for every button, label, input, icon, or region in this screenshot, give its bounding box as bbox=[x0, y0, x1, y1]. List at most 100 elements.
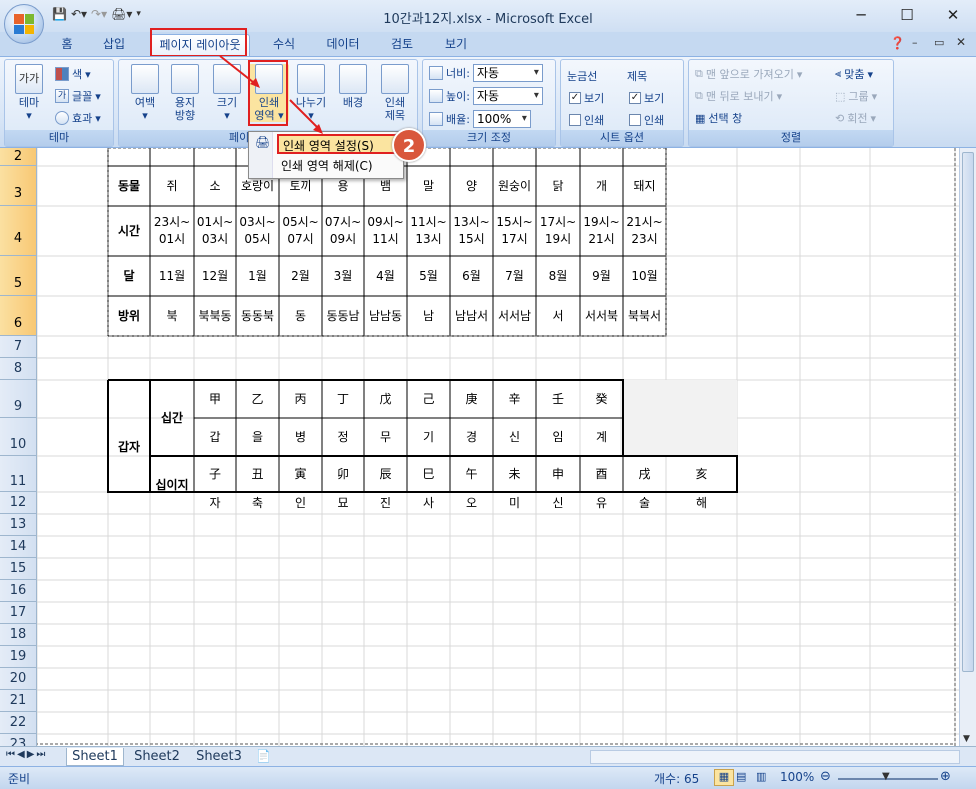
sipgan-hanja-cell[interactable]: 壬 bbox=[536, 380, 580, 418]
table-cell[interactable]: 10월 bbox=[623, 256, 666, 296]
ribbon-minimize-icon[interactable]: – bbox=[912, 36, 918, 49]
themes-button[interactable]: 가가 테마 ▾ bbox=[9, 64, 49, 122]
table-cell[interactable]: 23시~ 01시 bbox=[150, 206, 194, 256]
insert-sheet-icon[interactable]: 📄 bbox=[256, 749, 271, 763]
table-cell[interactable]: 원숭이 bbox=[493, 166, 536, 206]
group-button[interactable]: ⬚ 그룹 ▾ bbox=[835, 88, 877, 104]
sibiji-hanja-cell[interactable]: 丑 bbox=[236, 456, 279, 492]
rotate-button[interactable]: ⟲ 회전 ▾ bbox=[835, 110, 876, 126]
row-label-cell[interactable]: 달 bbox=[108, 256, 150, 296]
ganja-label-cell[interactable]: 갑자 bbox=[108, 380, 150, 514]
table-cell[interactable]: 닭 bbox=[536, 166, 580, 206]
sibiji-hanja-cell[interactable]: 卯 bbox=[322, 456, 364, 492]
row-header[interactable]: 6 bbox=[0, 296, 37, 336]
fonts-button[interactable]: 가 글꼴 ▾ bbox=[55, 88, 101, 104]
tab-home[interactable]: 홈 bbox=[50, 34, 84, 56]
sibiji-hangul-cell[interactable]: 신 bbox=[536, 492, 580, 514]
table-cell[interactable]: 서서북 bbox=[580, 296, 623, 336]
maximize-button[interactable]: ☐ bbox=[884, 4, 930, 28]
table-cell[interactable]: 9월 bbox=[580, 256, 623, 296]
sibiji-hangul-cell[interactable]: 사 bbox=[407, 492, 450, 514]
row-header[interactable]: 12 bbox=[0, 492, 37, 514]
vertical-scrollbar[interactable]: ▼ bbox=[959, 148, 976, 746]
sipgan-hangul-cell[interactable]: 무 bbox=[364, 418, 407, 456]
table-cell[interactable]: 5월 bbox=[407, 256, 450, 296]
sibiji-hangul-cell[interactable]: 술 bbox=[623, 492, 666, 514]
effects-button[interactable]: 효과 ▾ bbox=[55, 110, 101, 126]
sipgan-hanja-cell[interactable]: 癸 bbox=[580, 380, 623, 418]
row-label-cell[interactable]: 방위 bbox=[108, 296, 150, 336]
headings-view-checkbox[interactable]: ✓ 보기 bbox=[629, 90, 664, 106]
sipgan-hanja-cell[interactable]: 庚 bbox=[450, 380, 493, 418]
tab-view[interactable]: 보기 bbox=[436, 34, 476, 56]
tab-insert[interactable]: 삽입 bbox=[94, 34, 134, 56]
table-cell[interactable]: 돼지 bbox=[623, 166, 666, 206]
table-cell[interactable]: 남 bbox=[407, 296, 450, 336]
table-cell[interactable]: 북북서 bbox=[623, 296, 666, 336]
sipgan-hangul-cell[interactable]: 병 bbox=[279, 418, 322, 456]
sibiji-hangul-cell[interactable]: 유 bbox=[580, 492, 623, 514]
selection-pane-button[interactable]: ▦ 선택 창 bbox=[695, 110, 742, 126]
scroll-down-icon[interactable]: ▼ bbox=[963, 734, 970, 744]
row-header[interactable]: 14 bbox=[0, 536, 37, 558]
sipgan-hangul-cell[interactable]: 을 bbox=[236, 418, 279, 456]
sipgan-hanja-cell[interactable]: 己 bbox=[407, 380, 450, 418]
row-header[interactable]: 19 bbox=[0, 646, 37, 668]
sipgan-hangul-cell[interactable]: 임 bbox=[536, 418, 580, 456]
row-header[interactable]: 10 bbox=[0, 418, 37, 456]
row-header[interactable]: 9 bbox=[0, 380, 37, 418]
align-button[interactable]: ⫷ 맞춤 ▾ bbox=[835, 66, 873, 82]
table-cell[interactable]: 1월 bbox=[236, 256, 279, 296]
sibiji-hangul-cell[interactable]: 축 bbox=[236, 492, 279, 514]
table-cell[interactable]: 소 bbox=[194, 166, 236, 206]
row-label-cell[interactable]: 동물 bbox=[108, 166, 150, 206]
row-header[interactable]: 15 bbox=[0, 558, 37, 580]
normal-view-icon[interactable]: ▦ bbox=[714, 769, 734, 786]
sibiji-hangul-cell[interactable]: 미 bbox=[493, 492, 536, 514]
sibiji-hanja-cell[interactable]: 子 bbox=[194, 456, 236, 492]
gridlines-view-checkbox[interactable]: ✓ 보기 bbox=[569, 90, 604, 106]
row-header[interactable]: 3 bbox=[0, 166, 37, 206]
table-cell[interactable]: 북북동 bbox=[194, 296, 236, 336]
row-header[interactable]: 20 bbox=[0, 668, 37, 690]
height-select[interactable]: 자동 bbox=[472, 87, 543, 105]
table-cell[interactable]: 쥐 bbox=[150, 166, 194, 206]
page-layout-view-icon[interactable]: ▤ bbox=[736, 770, 746, 783]
table-cell[interactable]: 17시~ 19시 bbox=[536, 206, 580, 256]
width-select[interactable]: 자동 bbox=[472, 64, 543, 82]
sibiji-hanja-cell[interactable]: 巳 bbox=[407, 456, 450, 492]
sibiji-hangul-cell[interactable]: 오 bbox=[450, 492, 493, 514]
row-header[interactable]: 17 bbox=[0, 602, 37, 624]
sipgan-hangul-cell[interactable]: 계 bbox=[580, 418, 623, 456]
sipgan-hangul-cell[interactable]: 갑 bbox=[194, 418, 236, 456]
zoom-in-icon[interactable]: ⊕ bbox=[940, 769, 951, 784]
ribbon-close-icon[interactable]: ✕ bbox=[956, 35, 966, 49]
sipgan-hangul-cell[interactable]: 경 bbox=[450, 418, 493, 456]
row-header[interactable]: 23 bbox=[0, 734, 37, 746]
sipgan-label-cell[interactable]: 십간 bbox=[150, 380, 194, 456]
table-cell[interactable]: 05시~ 07시 bbox=[279, 206, 322, 256]
table-cell[interactable]: 01시~ 03시 bbox=[194, 206, 236, 256]
ribbon-restore-icon[interactable]: ▭ bbox=[934, 36, 944, 49]
table-cell[interactable]: 11월 bbox=[150, 256, 194, 296]
table-cell[interactable]: 개 bbox=[580, 166, 623, 206]
headings-print-checkbox[interactable]: 인쇄 bbox=[629, 112, 664, 128]
table-cell[interactable]: 남남서 bbox=[450, 296, 493, 336]
background-button[interactable]: 배경 bbox=[333, 64, 373, 109]
table-cell[interactable]: 07시~ 09시 bbox=[322, 206, 364, 256]
orientation-button[interactable]: 용지 방향 bbox=[165, 64, 205, 122]
zoom-slider-thumb[interactable]: ▼ bbox=[882, 771, 890, 782]
table-cell[interactable]: 15시~ 17시 bbox=[493, 206, 536, 256]
sipgan-hanja-cell[interactable]: 甲 bbox=[194, 380, 236, 418]
row-header[interactable]: 22 bbox=[0, 712, 37, 734]
table-cell[interactable]: 21시~ 23시 bbox=[623, 206, 666, 256]
clear-print-area-item[interactable]: 인쇄 영역 해제(C) bbox=[277, 156, 377, 176]
sheet-tab-sheet2[interactable]: Sheet2 bbox=[128, 748, 186, 766]
sipgan-hanja-cell[interactable]: 戊 bbox=[364, 380, 407, 418]
row-header[interactable]: 13 bbox=[0, 514, 37, 536]
row-header[interactable]: 8 bbox=[0, 358, 37, 380]
table-cell[interactable]: 말 bbox=[407, 166, 450, 206]
sipgan-hanja-cell[interactable]: 辛 bbox=[493, 380, 536, 418]
minimize-button[interactable]: ─ bbox=[838, 4, 884, 28]
sibiji-hanja-cell[interactable]: 亥 bbox=[666, 456, 737, 492]
